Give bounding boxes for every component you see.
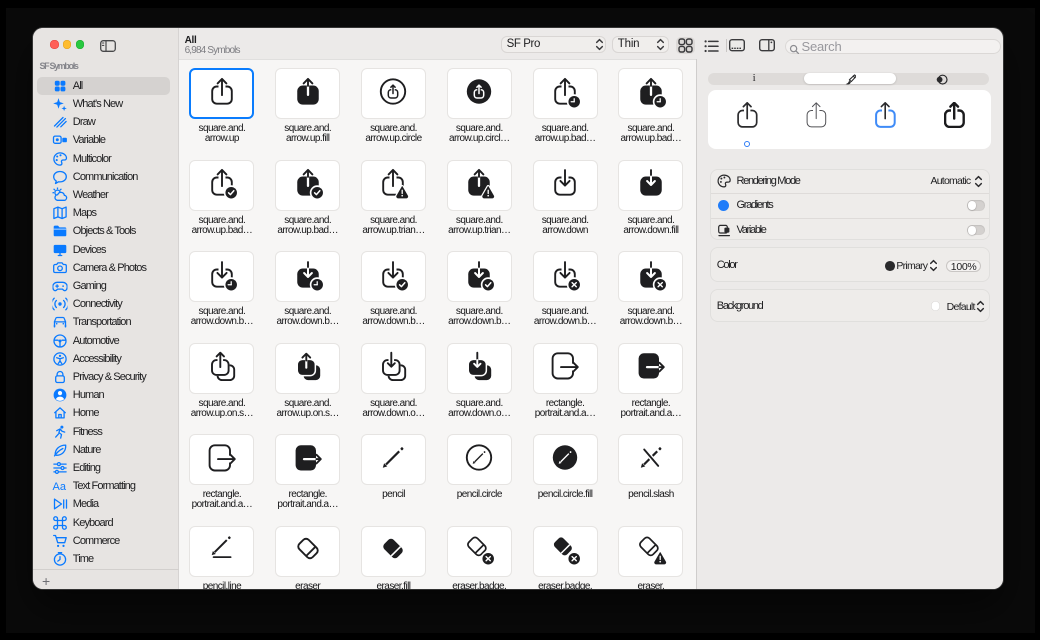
svg-text:Aa: Aa <box>53 481 67 493</box>
